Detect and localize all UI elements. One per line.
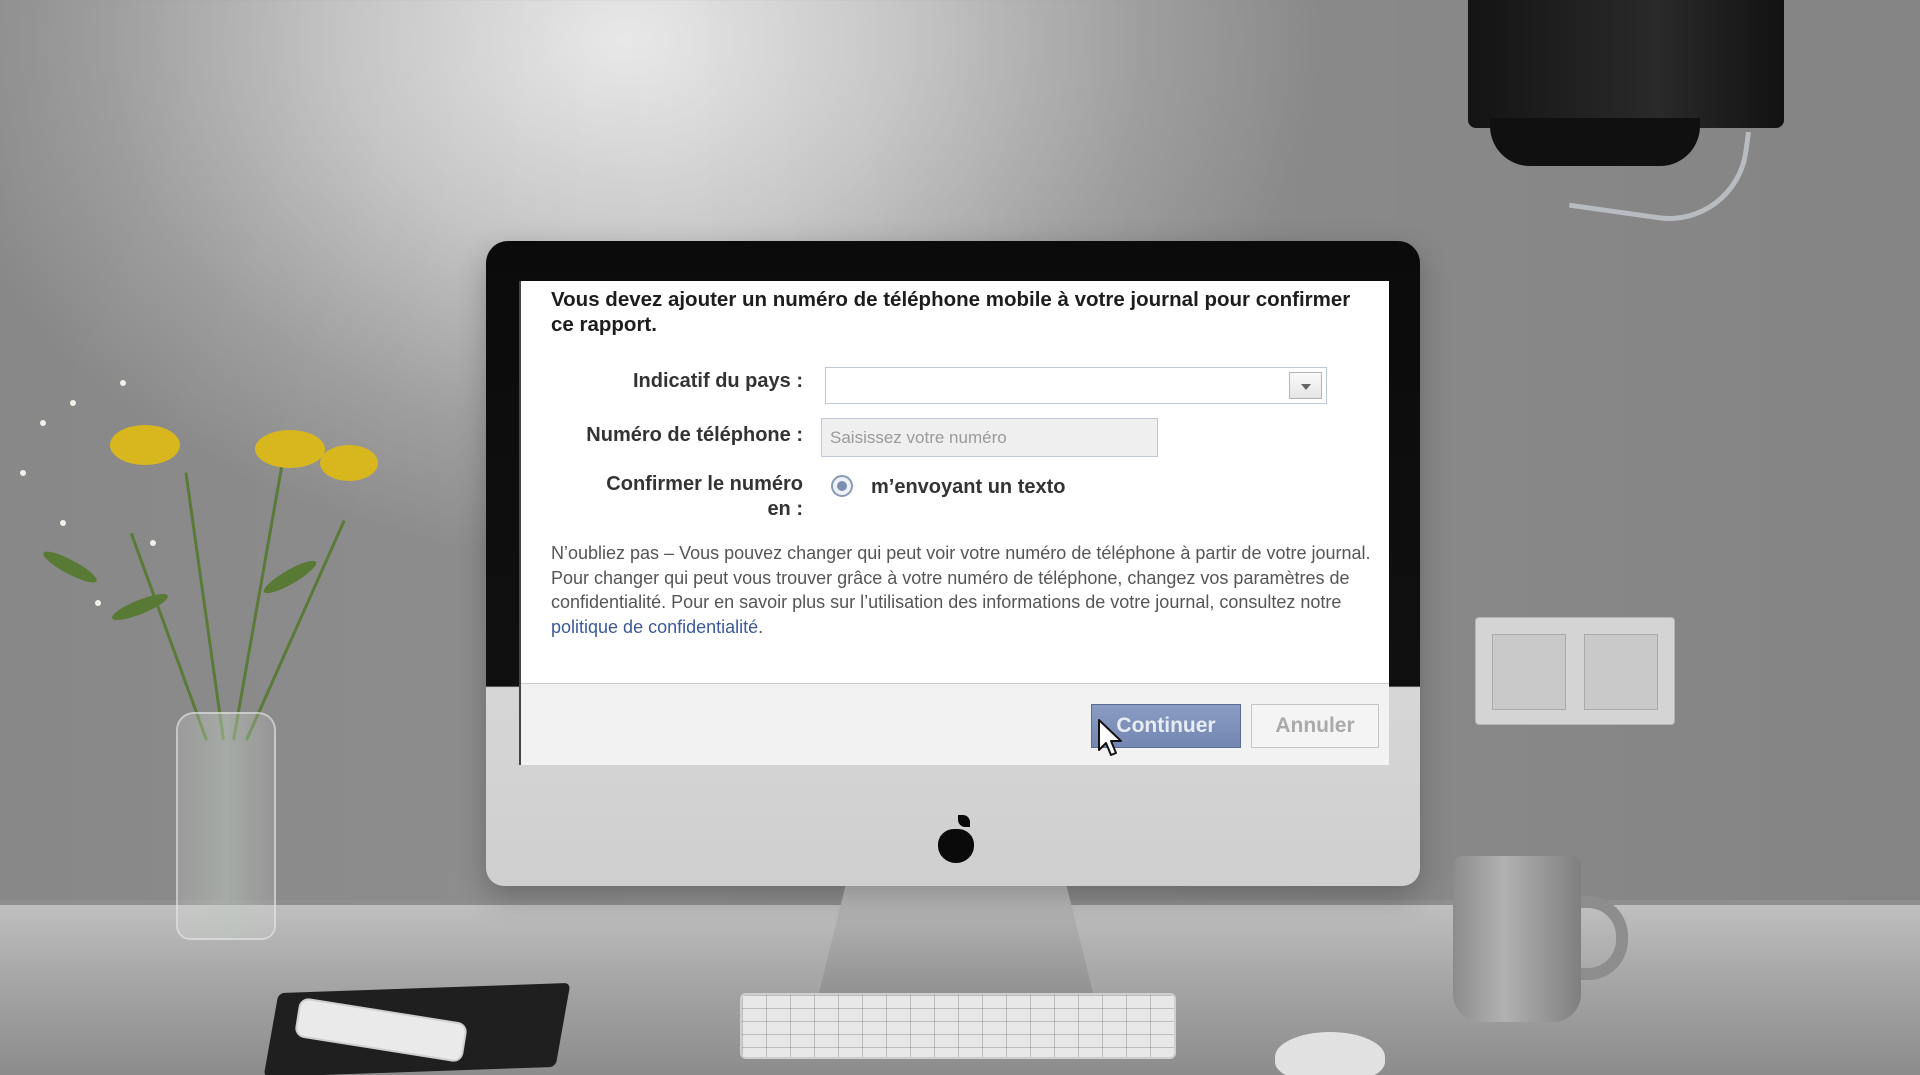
coffee-mug [1453,856,1581,1022]
confirm-method-label: Confirmer le numéro en : [541,472,803,522]
country-code-select[interactable] [825,367,1327,404]
wall-lamp-shade [1468,0,1784,128]
keyboard [740,993,1176,1059]
phone-number-input[interactable] [821,418,1158,457]
apple-logo-icon [958,815,970,827]
mouse-pointer-icon [1098,719,1122,756]
dialog-title: Vous devez ajouter un numéro de téléphon… [551,288,1351,336]
computer-mouse [1275,1032,1385,1075]
gypsophila-flower [40,420,46,426]
sms-radio-label[interactable]: m’envoyant un texto [871,476,1065,499]
gypsophila-flower [60,520,66,526]
gypsophila-flower [95,600,101,606]
yellow-flower [255,430,325,468]
apple-logo-icon [938,829,974,863]
country-code-label: Indicatif du pays : [632,370,803,392]
dialog-footer: Continuer Annuler [521,683,1389,765]
monitor-stand [818,885,1094,997]
privacy-notice: N’oubliez pas – Vous pouvez changer qui … [551,541,1371,639]
confirm-method-label-line1: Confirmer le numéro [606,473,803,495]
country-code-dropdown-button[interactable] [1289,372,1322,399]
sms-radio-button[interactable] [831,475,853,497]
confirm-method-label-line2: en : [767,498,803,520]
chevron-down-icon [1301,384,1311,390]
gypsophila-flower [120,380,126,386]
cancel-button[interactable]: Annuler [1251,704,1379,748]
light-switch-plate [1475,617,1675,725]
yellow-flower [320,445,378,481]
light-switch [1584,634,1658,710]
phone-verification-dialog: Vous devez ajouter un numéro de téléphon… [519,281,1389,765]
yellow-flower [110,425,180,465]
privacy-notice-text: N’oubliez pas – Vous pouvez changer qui … [551,543,1371,613]
privacy-policy-link[interactable]: politique de confidentialité [551,617,758,637]
phone-number-label: Numéro de téléphone : [586,424,803,446]
glass-vase [176,712,276,940]
light-switch [1492,634,1566,710]
privacy-notice-end: . [758,616,764,637]
gypsophila-flower [70,400,76,406]
gypsophila-flower [150,540,156,546]
gypsophila-flower [20,470,26,476]
